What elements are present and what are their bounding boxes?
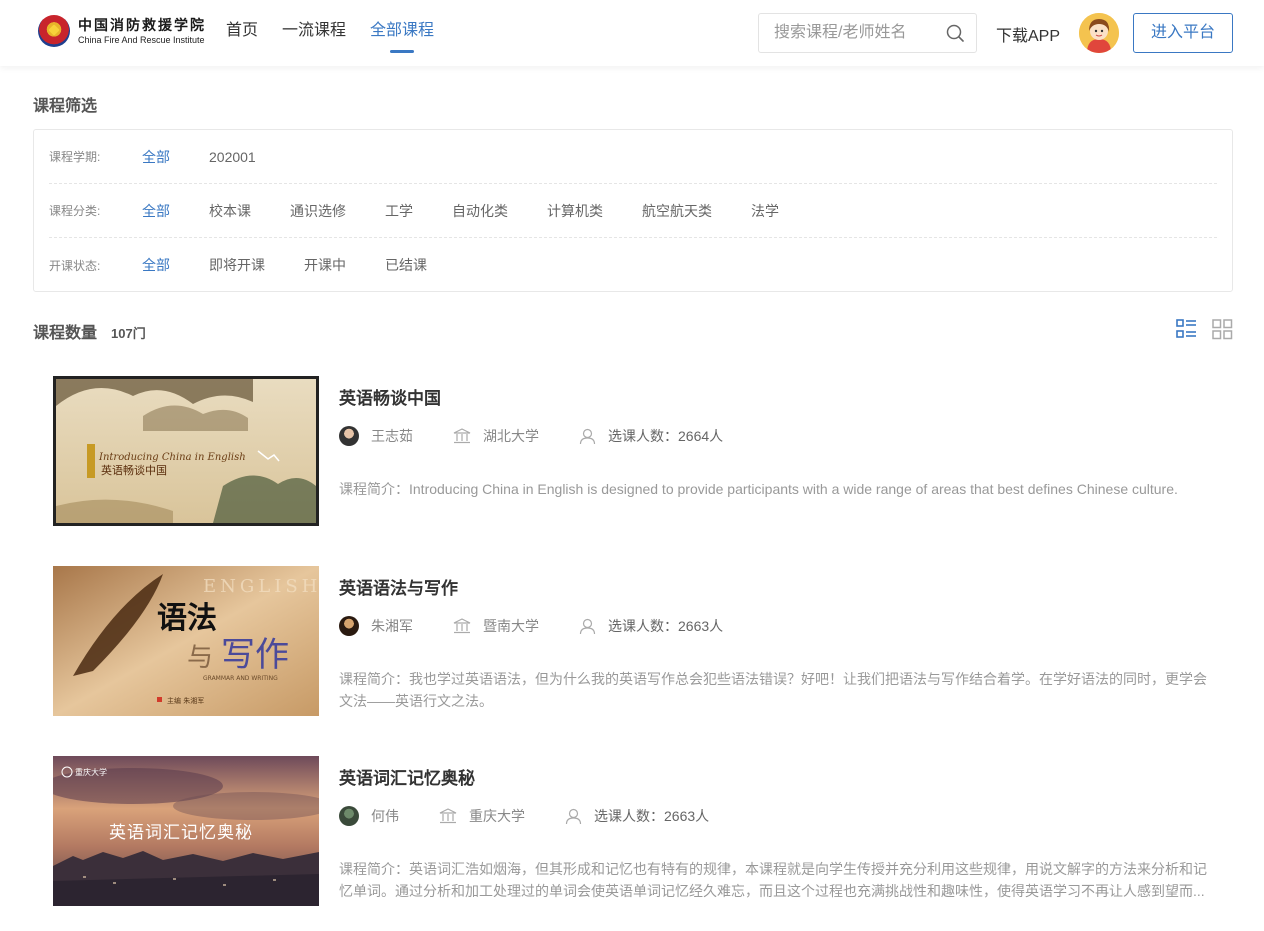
teacher-name: 朱湘军 [371, 618, 413, 634]
thumb-badge: 重庆大学 [75, 767, 107, 777]
filter-option[interactable]: 开课中 [304, 255, 346, 275]
course-meta: 王志茹 湖北大学 选课人数：2664人 [339, 426, 763, 446]
filter-option[interactable]: 航空航天类 [642, 201, 712, 221]
download-app-link[interactable]: 下载APP [996, 22, 1060, 46]
course-meta: 何伟 重庆大学 选课人数：2663人 [339, 806, 749, 826]
enroll-count: 选课人数：2664人 [608, 428, 724, 444]
filter-option[interactable]: 全部 [142, 255, 170, 275]
course-count: 课程数量 107门 [33, 319, 146, 343]
thumb-title-en: Introducing China in English [98, 452, 246, 463]
school-icon [453, 428, 471, 444]
course-count-label: 课程数量 [33, 325, 98, 342]
user-icon [579, 618, 596, 634]
course-count-value: 107门 [111, 326, 146, 341]
filter-row-status: 开课状态: 全部 即将开课 开课中 已结课 [49, 238, 1217, 292]
enter-platform-button[interactable]: 进入平台 [1133, 13, 1233, 53]
school-name: 湖北大学 [483, 428, 539, 444]
course-description: 课程简介：我也学过英语语法，但为什么我的英语写作总会犯些语法错误？好吧！让我们把… [339, 671, 1207, 709]
search-input[interactable] [759, 14, 934, 52]
search-icon[interactable] [946, 24, 964, 42]
enroll-count: 选课人数：2663人 [594, 808, 710, 824]
filter-option[interactable]: 工学 [385, 201, 413, 221]
emblem-icon [38, 15, 70, 47]
course-title[interactable]: 英语词汇记忆奥秘 [339, 764, 475, 789]
filter-row-term: 课程学期: 全部 202001 [49, 130, 1217, 184]
filter-option[interactable]: 自动化类 [452, 201, 508, 221]
thumb-title-cn3: 写作 [221, 635, 289, 675]
filter-section-title: 课程筛选 [33, 98, 98, 115]
avatar-icon [1079, 13, 1119, 53]
course-description: 课程简介：Introducing China in English is des… [339, 481, 1178, 497]
search-box [758, 13, 977, 53]
site-logo[interactable]: 中国消防救援学院 China Fire And Rescue Institute [38, 15, 206, 47]
logo-title-en: China Fire And Rescue Institute [78, 34, 205, 45]
user-avatar[interactable] [1079, 13, 1119, 53]
filter-option[interactable]: 计算机类 [547, 201, 603, 221]
filter-option[interactable]: 全部 [142, 201, 170, 221]
teacher-name: 何伟 [371, 808, 399, 824]
school-icon [453, 618, 471, 634]
course-card[interactable]: ENGLISH 语法 与 写作 GRAMMAR AND WRITING 主编 朱… [53, 566, 1233, 716]
course-description: 课程简介：英语词汇浩如烟海，但其形成和记忆也有特有的规律，本课程就是向学生传授并… [339, 861, 1207, 899]
filter-option[interactable]: 通识选修 [290, 201, 346, 221]
course-thumbnail[interactable]: ENGLISH 语法 与 写作 GRAMMAR AND WRITING 主编 朱… [53, 566, 319, 716]
logo-title-cn: 中国消防救援学院 [78, 16, 206, 33]
course-title[interactable]: 英语畅谈中国 [339, 384, 441, 409]
filter-option[interactable]: 法学 [751, 201, 779, 221]
thumb-title-cn: 英语畅谈中国 [101, 463, 167, 477]
school-name: 重庆大学 [469, 808, 525, 824]
filter-label-category: 课程分类: [49, 204, 101, 218]
course-card[interactable]: 重庆大学 英语词汇记忆奥秘 英语词汇记忆奥秘 何伟 重庆大学 选课人数：2663 [53, 756, 1233, 906]
teacher-avatar [339, 616, 359, 636]
grid-view-icon[interactable] [1212, 319, 1233, 340]
filter-label-status: 开课状态: [49, 258, 101, 273]
course-thumbnail[interactable]: Introducing China in English 英语畅谈中国 [53, 376, 319, 526]
teacher-avatar [339, 426, 359, 446]
nav-top-courses[interactable]: 一流课程 [282, 0, 346, 66]
main-nav: 首页 一流课程 全部课程 [226, 0, 458, 66]
course-thumbnail[interactable]: 重庆大学 英语词汇记忆奥秘 [53, 756, 319, 906]
filter-option[interactable]: 校本课 [209, 201, 251, 221]
thumb-subtitle: GRAMMAR AND WRITING [203, 675, 278, 682]
filter-panel: 课程学期: 全部 202001 课程分类: 全部 校本课 通识选修 工学 自动化… [33, 129, 1233, 292]
filter-option[interactable]: 全部 [142, 147, 170, 167]
thumb-author: 主编 朱湘军 [167, 696, 204, 705]
thumb-title-cn1: 语法 [157, 601, 217, 636]
teacher-name: 王志茹 [371, 428, 413, 444]
nav-all-courses[interactable]: 全部课程 [370, 0, 434, 66]
nav-home[interactable]: 首页 [226, 0, 258, 66]
user-icon [565, 808, 582, 824]
enroll-count: 选课人数：2663人 [608, 618, 724, 634]
filter-option[interactable]: 即将开课 [209, 255, 265, 275]
thumb-title-en: ENGLISH [203, 576, 319, 597]
thumb-title-cn2: 与 [187, 643, 213, 673]
course-meta: 朱湘军 暨南大学 选课人数：2663人 [339, 616, 763, 636]
thumb-title-cn: 英语词汇记忆奥秘 [109, 823, 253, 843]
user-icon [579, 428, 596, 444]
filter-option[interactable]: 202001 [209, 149, 256, 165]
list-view-icon[interactable] [1176, 319, 1197, 340]
school-name: 暨南大学 [483, 618, 539, 634]
teacher-avatar [339, 806, 359, 826]
school-icon [439, 808, 457, 824]
filter-option[interactable]: 已结课 [385, 255, 427, 275]
course-title[interactable]: 英语语法与写作 [339, 574, 458, 599]
filter-row-category: 课程分类: 全部 校本课 通识选修 工学 自动化类 计算机类 航空航天类 法学 [49, 184, 1217, 238]
filter-label-term: 课程学期: [49, 150, 101, 164]
top-header: 中国消防救援学院 China Fire And Rescue Institute… [0, 0, 1264, 66]
course-card[interactable]: Introducing China in English 英语畅谈中国 英语畅谈… [53, 376, 1233, 526]
